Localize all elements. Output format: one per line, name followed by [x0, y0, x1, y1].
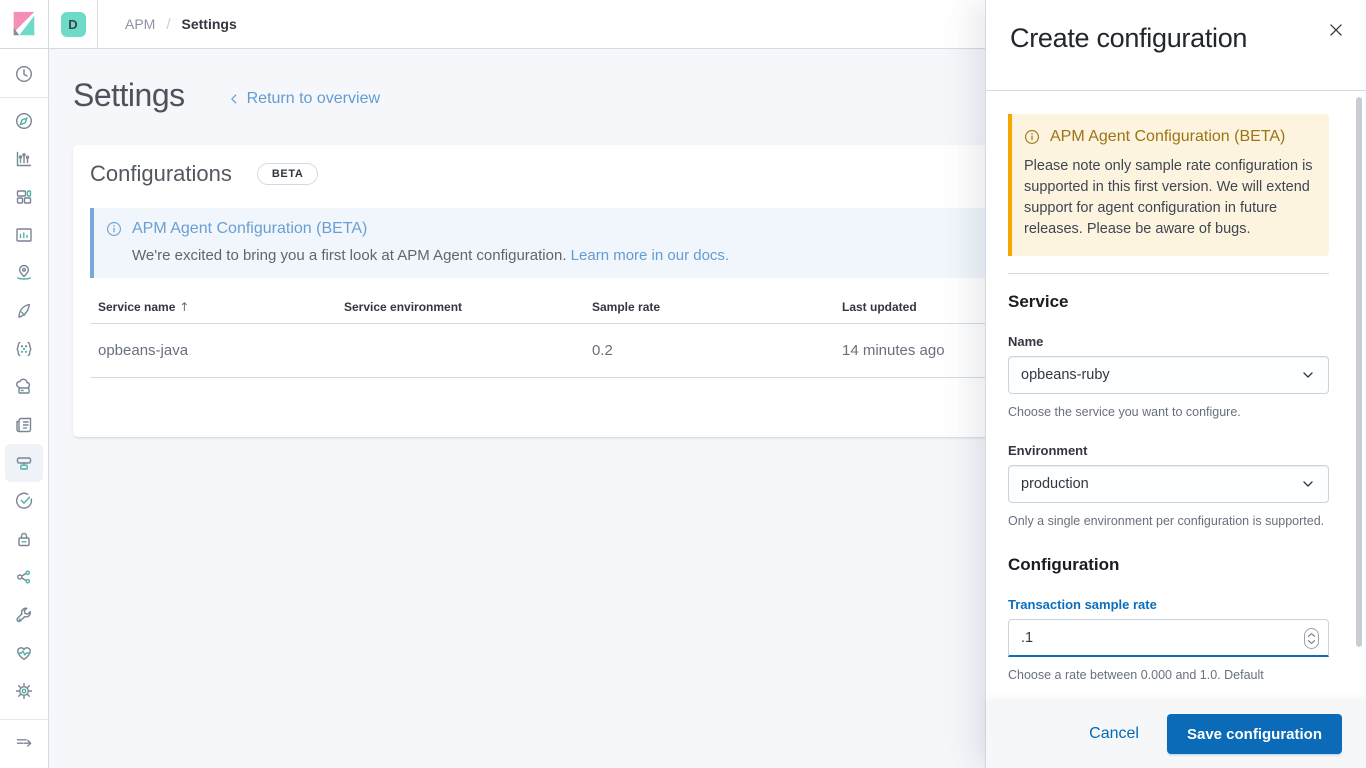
sidebar-item-dev-tools[interactable] [5, 596, 43, 634]
sidebar-item-recently-viewed[interactable] [5, 55, 43, 93]
flyout-title: Create configuration [1010, 23, 1342, 54]
flyout-body: APM Agent Configuration (BETA) Please no… [986, 92, 1366, 768]
uptime-icon [13, 490, 35, 512]
machine-learning-icon [13, 300, 35, 322]
flyout-header: Create configuration [986, 0, 1366, 91]
divider [1008, 273, 1329, 274]
column-header-sample-rate[interactable]: Sample rate [584, 294, 834, 324]
sidebar-item-logs[interactable] [5, 406, 43, 444]
infrastructure-icon [13, 376, 35, 398]
sidebar-item-code[interactable] [5, 558, 43, 596]
discover-icon [13, 110, 35, 132]
sidebar-item-uptime[interactable] [5, 482, 43, 520]
management-icon [13, 680, 35, 702]
service-name-help: Choose the service you want to configure… [1008, 403, 1329, 421]
sidebar-item-canvas[interactable] [5, 216, 43, 254]
chevron-left-icon [227, 92, 241, 106]
service-environment-cell [336, 324, 584, 378]
sidebar-item-graph[interactable] [5, 330, 43, 368]
app-sidebar [0, 49, 49, 768]
space-selector[interactable]: D [49, 0, 98, 48]
logs-icon [13, 414, 35, 436]
page-title: Settings [73, 77, 185, 114]
recently-viewed-icon [13, 63, 35, 85]
callout-body: We're excited to bring you a first look … [132, 247, 567, 264]
code-icon [13, 566, 35, 588]
sidebar-collapse-button[interactable] [5, 724, 43, 762]
breadcrumb-separator: / [166, 16, 170, 33]
environment-value: production [1021, 476, 1089, 492]
configuration-section-heading: Configuration [1008, 555, 1329, 575]
warning-callout-title: APM Agent Configuration (BETA) [1050, 128, 1285, 146]
docs-link[interactable]: Learn more in our docs. [571, 247, 729, 264]
breadcrumb-settings: Settings [182, 16, 237, 32]
stepper-down-icon [1307, 639, 1316, 645]
kibana-logo-icon [9, 9, 39, 39]
chevron-down-icon [1300, 476, 1316, 492]
siem-icon [13, 528, 35, 550]
sample-rate-label: Transaction sample rate [1008, 597, 1329, 612]
configurations-title: Configurations [90, 161, 232, 187]
graph-icon [13, 338, 35, 360]
return-to-overview-link[interactable]: Return to overview [227, 90, 380, 108]
sidebar-item-visualize[interactable] [5, 140, 43, 178]
collapse-icon [13, 732, 35, 754]
visualize-icon [13, 148, 35, 170]
sidebar-item-siem[interactable] [5, 520, 43, 558]
create-configuration-flyout: Create configuration APM Agent Configura… [985, 0, 1366, 768]
environment-label: Environment [1008, 443, 1329, 458]
sidebar-item-dashboard[interactable] [5, 178, 43, 216]
stack-monitoring-icon [13, 642, 35, 664]
canvas-icon [13, 224, 35, 246]
callout-title: APM Agent Configuration (BETA) [132, 220, 367, 238]
chevron-down-icon [1300, 367, 1316, 383]
dashboard-icon [13, 186, 35, 208]
save-configuration-button[interactable]: Save configuration [1167, 714, 1342, 754]
maps-icon [13, 262, 35, 284]
beta-badge: BETA [257, 163, 319, 185]
service-name-link[interactable]: opbeans-java [90, 324, 336, 378]
sample-rate-cell: 0.2 [584, 324, 834, 378]
name-label: Name [1008, 334, 1329, 349]
info-icon [1024, 129, 1040, 145]
cancel-button[interactable]: Cancel [1089, 725, 1139, 743]
kibana-logo[interactable] [0, 0, 49, 48]
warning-callout-body: Please note only sample rate configurati… [1024, 156, 1315, 240]
info-icon [106, 221, 122, 237]
column-header-service-name[interactable]: Service name↑ [90, 294, 336, 324]
breadcrumb-apm[interactable]: APM [125, 16, 155, 32]
environment-select[interactable]: production [1008, 465, 1329, 503]
number-stepper[interactable] [1304, 628, 1319, 649]
sample-rate-input[interactable] [1008, 619, 1329, 657]
sidebar-item-maps[interactable] [5, 254, 43, 292]
beta-warning-callout: APM Agent Configuration (BETA) Please no… [1008, 114, 1329, 256]
breadcrumb: APM / Settings [98, 0, 237, 48]
dev-tools-icon [13, 604, 35, 626]
stepper-up-icon [1307, 632, 1316, 638]
apm-icon [13, 452, 35, 474]
sidebar-item-infrastructure[interactable] [5, 368, 43, 406]
flyout-footer: Cancel Save configuration [986, 700, 1366, 768]
column-header-service-environment[interactable]: Service environment [336, 294, 584, 324]
sample-rate-help: Choose a rate between 0.000 and 1.0. Def… [1008, 666, 1329, 684]
service-section-heading: Service [1008, 292, 1329, 312]
sidebar-item-apm[interactable] [5, 444, 43, 482]
service-name-select[interactable]: opbeans-ruby [1008, 356, 1329, 394]
sidebar-divider-bottom [0, 719, 49, 720]
service-name-value: opbeans-ruby [1021, 367, 1110, 383]
sidebar-item-discover[interactable] [5, 102, 43, 140]
sidebar-item-machine-learning[interactable] [5, 292, 43, 330]
sidebar-divider [0, 97, 49, 98]
close-flyout-button[interactable] [1327, 21, 1345, 39]
environment-help: Only a single environment per configurat… [1008, 512, 1329, 530]
flyout-scrollbar[interactable] [1356, 97, 1362, 647]
sidebar-item-management[interactable] [5, 672, 43, 710]
sidebar-item-stack-monitoring[interactable] [5, 634, 43, 672]
space-badge[interactable]: D [61, 12, 86, 37]
close-icon [1327, 21, 1345, 39]
sort-ascending-icon: ↑ [179, 300, 189, 314]
